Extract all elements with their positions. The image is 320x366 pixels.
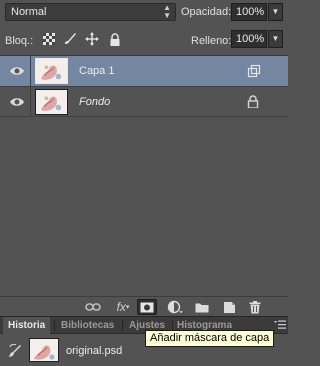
fx-label: fx: [116, 300, 126, 314]
opacity-dropdown-button[interactable]: ▼: [268, 3, 283, 21]
trash-icon[interactable]: [246, 299, 264, 315]
layer-thumbnail[interactable]: [35, 58, 68, 84]
opacity-field[interactable]: 100%: [231, 3, 267, 21]
tab-historia[interactable]: Historia: [3, 317, 51, 334]
layers-panel: Normal ▲ ▼ Opacidad: 100% ▼ Bloq.: Relle…: [0, 0, 288, 366]
smart-object-icon: [247, 64, 261, 78]
visibility-divider: [30, 87, 31, 116]
snapshot-thumbnail: [29, 338, 59, 362]
snapshot-name: original.psd: [66, 345, 123, 357]
new-layer-icon[interactable]: [220, 299, 238, 315]
lock-all-icon[interactable]: [108, 32, 122, 46]
tooltip: Añadir máscara de capa: [145, 330, 275, 347]
lock-label: Bloq.:: [5, 35, 34, 47]
layers-list: Capa 1 Fondo: [0, 55, 288, 296]
panel-menu-icon[interactable]: [274, 319, 286, 331]
opacity-label: Opacidad:: [181, 6, 232, 18]
blend-mode-value: Normal: [11, 6, 47, 18]
layer-row[interactable]: Capa 1: [0, 56, 288, 87]
blend-options-row: Normal ▲ ▼ Opacidad: 100% ▼: [0, 0, 288, 28]
adjustment-layer-icon[interactable]: [165, 299, 185, 315]
lock-position-icon[interactable]: [85, 32, 99, 46]
lock-image-pixels-icon[interactable]: [63, 32, 77, 46]
fill-dropdown-button[interactable]: ▼: [268, 30, 283, 48]
blend-mode-select[interactable]: Normal ▲ ▼: [5, 3, 176, 21]
layers-toolbar: fx ▾: [0, 296, 288, 316]
fx-icon[interactable]: fx ▾: [113, 299, 133, 315]
lock-icon[interactable]: [247, 95, 261, 109]
tab-divider: [54, 320, 55, 331]
visibility-divider: [30, 56, 31, 86]
fill-label: Relleno:: [191, 35, 232, 47]
lock-transparent-pixels-icon[interactable]: [42, 32, 56, 46]
tab-bibliotecas[interactable]: Bibliotecas: [56, 317, 119, 334]
new-group-icon[interactable]: [193, 299, 211, 315]
select-arrows-icon: ▲ ▼: [163, 3, 171, 20]
layer-name: Fondo: [79, 96, 111, 108]
add-mask-icon[interactable]: [137, 299, 157, 315]
tab-divider: [122, 320, 123, 331]
fill-field[interactable]: 100%: [231, 30, 267, 48]
layer-row[interactable]: Fondo: [0, 87, 288, 117]
link-layers-icon[interactable]: [84, 299, 102, 315]
layer-name: Capa 1: [79, 65, 115, 77]
eye-icon[interactable]: [9, 96, 25, 108]
history-brush-icon[interactable]: [8, 343, 22, 358]
eye-icon[interactable]: [9, 65, 25, 77]
layer-thumbnail[interactable]: [35, 89, 68, 115]
